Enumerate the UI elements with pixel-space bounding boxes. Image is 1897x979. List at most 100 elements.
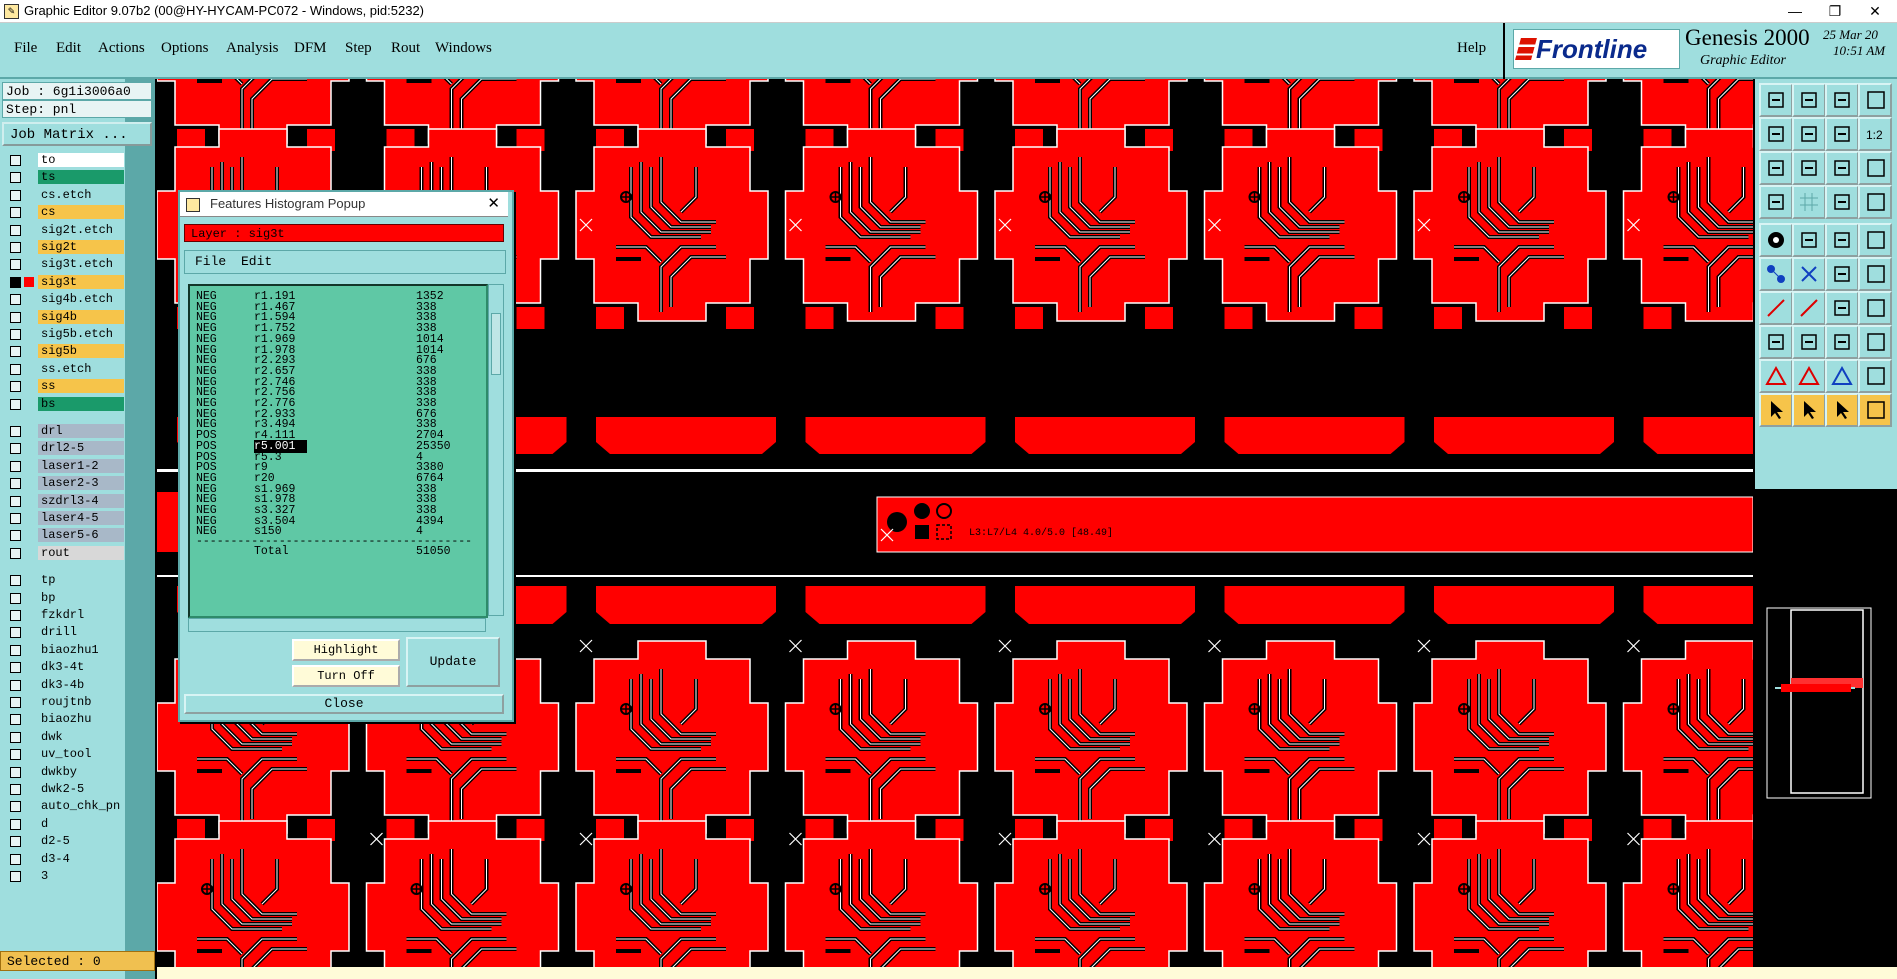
update-button[interactable]: Update xyxy=(406,637,500,687)
layer-checkbox[interactable] xyxy=(10,242,21,253)
layer-name[interactable]: drill xyxy=(38,625,124,640)
layer-checkbox[interactable] xyxy=(10,259,21,271)
layer-name[interactable]: d3-4 xyxy=(38,851,124,866)
layer-checkbox[interactable] xyxy=(10,592,21,604)
layer-row-drill[interactable]: drill xyxy=(4,625,124,640)
menu-help[interactable]: Help xyxy=(1457,40,1486,57)
layer-name[interactable]: to xyxy=(38,153,124,167)
pointer-yellow-icon[interactable] xyxy=(1825,393,1859,427)
layer-name[interactable]: sig5b.etch xyxy=(38,327,124,341)
layer-row-laser5-6[interactable]: laser5-6 xyxy=(4,528,124,543)
layer-row-d3-4[interactable]: d3-4 xyxy=(4,851,124,866)
partial-icon[interactable] xyxy=(1858,257,1892,291)
fit-screen-icon[interactable] xyxy=(1759,151,1793,185)
layer-row-dk3-4t[interactable]: dk3-4t xyxy=(4,660,124,675)
layer-row-sig5b[interactable]: sig5b xyxy=(4,344,124,359)
layer-row-cs[interactable]: cs xyxy=(4,205,124,220)
pad-box-icon[interactable] xyxy=(1759,325,1793,359)
home-alt-icon[interactable] xyxy=(1825,83,1859,117)
layer-row-d2-5[interactable]: d2-5 xyxy=(4,834,124,849)
layer-checkbox[interactable] xyxy=(10,547,21,559)
layer-name[interactable]: drl xyxy=(38,424,124,438)
dots-blue-icon[interactable] xyxy=(1759,257,1793,291)
layer-checkbox[interactable] xyxy=(10,363,21,375)
layer-row-3[interactable]: 3 xyxy=(4,869,124,883)
close-window-button[interactable]: ✕ xyxy=(1855,0,1895,22)
layer-checkbox[interactable] xyxy=(10,426,21,437)
layer-checkbox[interactable] xyxy=(10,224,21,236)
partial-icon[interactable] xyxy=(1858,83,1892,117)
layer-row-uv-tool[interactable]: uv_tool xyxy=(4,747,124,762)
menu-windows[interactable]: Windows xyxy=(435,40,492,57)
arrow-loop-icon[interactable] xyxy=(1825,117,1859,151)
layer-row-drl2-5[interactable]: drl2-5 xyxy=(4,441,124,456)
menu-analysis[interactable]: Analysis xyxy=(226,40,279,57)
layer-row-dwk2-5[interactable]: dwk2-5 xyxy=(4,782,124,796)
partial-icon[interactable] xyxy=(1858,325,1892,359)
layer-name[interactable]: szdrl3-4 xyxy=(38,493,124,508)
layer-row-sig5b-etch[interactable]: sig5b.etch xyxy=(4,327,124,341)
layer-row-laser1-2[interactable]: laser1-2 xyxy=(4,458,124,473)
layer-checkbox[interactable] xyxy=(10,853,21,865)
histogram-vertical-scrollbar[interactable] xyxy=(488,284,504,616)
arrow-down-box-icon[interactable] xyxy=(1792,83,1826,117)
layer-checkbox[interactable] xyxy=(10,294,21,306)
layer-name[interactable]: sig2t.etch xyxy=(38,222,124,237)
layer-name[interactable]: laser1-2 xyxy=(38,458,124,473)
layer-checkbox[interactable] xyxy=(10,155,21,166)
layer-checkbox[interactable] xyxy=(10,836,21,848)
layer-row-drl[interactable]: drl xyxy=(4,424,124,438)
layer-checkbox[interactable] xyxy=(10,530,21,542)
expand-arrows-icon[interactable] xyxy=(1825,151,1859,185)
layer-name[interactable]: roujtnb xyxy=(38,695,124,709)
layer-row-ss[interactable]: ss xyxy=(4,379,124,394)
layer-row-sig3t-etch[interactable]: sig3t.etch xyxy=(4,257,124,272)
partial-icon[interactable] xyxy=(1858,151,1892,185)
restore-button[interactable]: ❐ xyxy=(1815,0,1855,22)
layer-checkbox[interactable] xyxy=(10,662,21,674)
layer-checkbox[interactable] xyxy=(10,311,21,323)
layer-name[interactable]: 3 xyxy=(38,869,124,883)
layer-checkbox[interactable] xyxy=(10,460,21,472)
pen-line-icon[interactable] xyxy=(1792,223,1826,257)
layer-name[interactable]: biaozhu xyxy=(38,712,124,727)
layer-row-bp[interactable]: bp xyxy=(4,590,124,605)
layer-name[interactable]: laser5-6 xyxy=(38,528,124,543)
layer-row-biaozhu1[interactable]: biaozhu1 xyxy=(4,642,124,657)
pointer-icon[interactable] xyxy=(1759,393,1793,427)
menu-options[interactable]: Options xyxy=(161,40,209,57)
layer-row-sig2t-etch[interactable]: sig2t.etch xyxy=(4,222,124,237)
ruler-icon[interactable] xyxy=(1825,185,1859,219)
layer-checkbox[interactable] xyxy=(10,329,21,340)
layer-row-dwk[interactable]: dwk xyxy=(4,729,124,744)
layer-row-szdrl3-4[interactable]: szdrl3-4 xyxy=(4,493,124,508)
layer-name[interactable]: fzkdrl xyxy=(38,608,124,622)
dash-red-icon[interactable] xyxy=(1792,325,1826,359)
overview-window[interactable] xyxy=(1755,580,1897,819)
layer-row-roujtnb[interactable]: roujtnb xyxy=(4,695,124,709)
layer-checkbox[interactable] xyxy=(10,784,21,795)
layer-checkbox[interactable] xyxy=(10,644,21,656)
partial-icon[interactable] xyxy=(1858,185,1892,219)
undo-arc-icon[interactable] xyxy=(1825,291,1859,325)
arrow-left-box-icon[interactable] xyxy=(1759,117,1793,151)
layer-name[interactable]: auto_chk_pn xyxy=(38,799,124,814)
menu-dfm[interactable]: DFM xyxy=(294,40,327,57)
layer-row-tp[interactable]: tp xyxy=(4,573,124,588)
layer-name[interactable]: biaozhu1 xyxy=(38,642,124,657)
menu-edit[interactable]: Edit xyxy=(56,40,81,57)
layer-row-ss-etch[interactable]: ss.etch xyxy=(4,361,124,376)
layer-row-sig2t[interactable]: sig2t xyxy=(4,240,124,254)
pointer-red-icon[interactable] xyxy=(1792,393,1826,427)
layer-row-to[interactable]: to xyxy=(4,153,124,167)
layer-name[interactable]: dwk xyxy=(38,729,124,744)
highlight-button[interactable]: Highlight xyxy=(292,639,400,661)
layer-row-sig4b[interactable]: sig4b xyxy=(4,309,124,324)
layer-checkbox[interactable] xyxy=(10,627,21,639)
arrow-right-box-icon[interactable] xyxy=(1792,117,1826,151)
box-grid-icon[interactable] xyxy=(1825,325,1859,359)
layer-name[interactable]: sig3t xyxy=(38,274,124,289)
layer-row-fzkdrl[interactable]: fzkdrl xyxy=(4,608,124,622)
layer-name[interactable]: sig2t xyxy=(38,240,124,254)
popup-menu-file[interactable]: File xyxy=(195,251,226,273)
